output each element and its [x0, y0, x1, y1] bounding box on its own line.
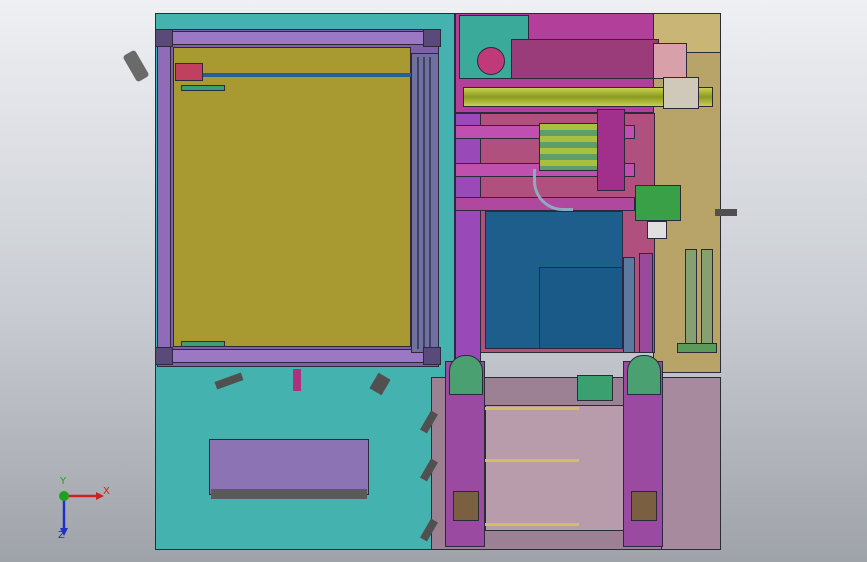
right-green-rod-1	[685, 249, 697, 349]
left-vertical-rails	[455, 113, 481, 373]
lift-column-left-head	[449, 355, 483, 395]
latch-bar	[181, 85, 225, 91]
lower-right-panel	[661, 377, 721, 550]
z-axis-label: Z	[58, 530, 65, 541]
lift-column-right-base	[631, 491, 657, 521]
corner-bracket-bl	[155, 347, 173, 365]
corner-bracket-tl	[155, 29, 173, 47]
door-right-rail	[411, 53, 439, 353]
x-axis-label: X	[103, 486, 110, 497]
door-right-rail-line-2	[423, 57, 425, 349]
motor-disc	[477, 47, 505, 75]
door-blue-rod	[185, 73, 411, 77]
blue-panel-inner	[539, 267, 623, 349]
y-axis-dot	[59, 491, 69, 501]
top-slider-block	[653, 43, 687, 79]
corner-bracket-br	[423, 347, 441, 365]
y-axis-label: Y	[60, 476, 67, 487]
corner-bracket-tr	[423, 29, 441, 47]
cylinder-body	[539, 123, 603, 171]
door-right-rail-line-1	[417, 57, 419, 349]
cylinder-bracket	[597, 109, 625, 191]
lower-rod-3	[485, 523, 579, 526]
top-linear-module	[511, 39, 659, 79]
door-bottom-rail	[171, 349, 439, 363]
lift-column-left-base	[453, 491, 479, 521]
coordinate-triad: X Y Z	[52, 476, 116, 544]
right-bottom-plate	[677, 343, 717, 353]
latch-handle-icon	[122, 49, 150, 83]
electrical-box	[209, 439, 369, 495]
door-glass-panel	[173, 47, 411, 347]
right-vertical-rail-2	[639, 253, 653, 353]
door-top-rail	[171, 31, 439, 45]
shaft-end-block	[663, 77, 699, 109]
lower-rod-1	[485, 407, 579, 410]
lower-motor	[577, 375, 613, 401]
door-latch	[175, 63, 203, 81]
center-post	[293, 369, 301, 391]
electrical-box-lower-strip	[211, 489, 367, 499]
right-green-block	[635, 185, 681, 221]
door-right-rail-line-3	[429, 57, 431, 349]
right-vertical-rail	[623, 257, 635, 353]
lift-column-right-head	[627, 355, 661, 395]
machine-assembly[interactable]	[122, 13, 737, 550]
door-left-rail	[157, 33, 171, 363]
lower-rod-2	[485, 459, 579, 462]
sensor-bracket	[647, 221, 667, 239]
hinge-bar-left	[181, 341, 225, 347]
right-knob-handle	[715, 209, 737, 216]
right-green-rod-2	[701, 249, 713, 349]
graphics-viewport[interactable]: X Y Z	[0, 0, 867, 562]
